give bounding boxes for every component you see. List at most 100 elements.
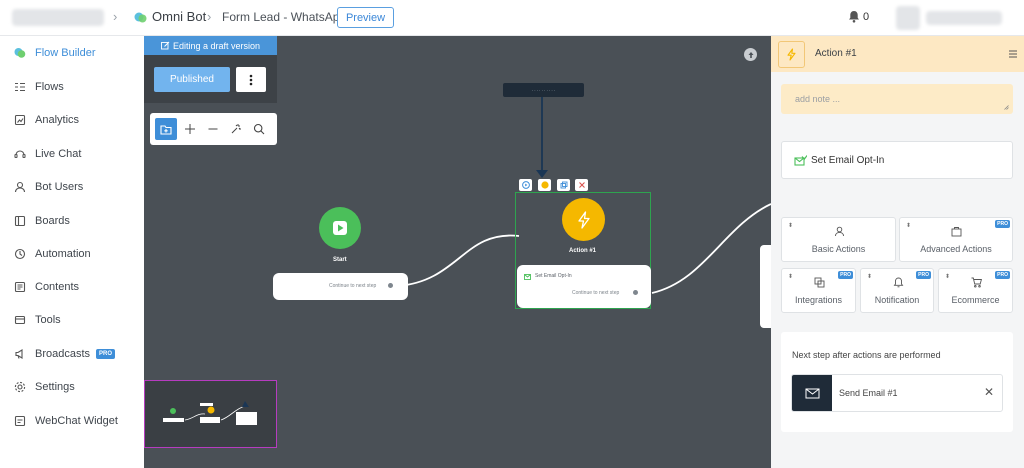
- lightning-icon: [577, 210, 590, 229]
- bell-icon[interactable]: [848, 10, 860, 28]
- bot-avatar-icon: [134, 11, 147, 29]
- play-node-button[interactable]: [519, 179, 532, 191]
- canvas-settings-icon[interactable]: [744, 48, 757, 61]
- flow-canvas[interactable]: Editing a draft version Published · · · …: [144, 36, 771, 468]
- integrations-icon: [814, 277, 825, 288]
- action-continue-label: Continue to next step: [572, 290, 620, 296]
- bolt-icon: [540, 181, 549, 189]
- note-placeholder: add note ...: [795, 94, 841, 104]
- sidebar-item-label: Broadcasts: [35, 348, 91, 360]
- flows-icon: [15, 82, 25, 92]
- sidebar-item-label: Analytics: [35, 114, 80, 126]
- blurred-workspace-name[interactable]: [12, 9, 104, 26]
- sidebar-item-bot-users[interactable]: Bot Users: [14, 179, 83, 195]
- sidebar-item-label: Settings: [35, 381, 75, 393]
- live-chat-icon: [14, 150, 26, 159]
- copy-node-button[interactable]: [557, 179, 570, 191]
- sidebar-item-label: Boards: [35, 215, 70, 227]
- play-icon: [521, 181, 530, 189]
- sidebar-item-tools[interactable]: Tools: [14, 312, 61, 328]
- sort-icon: ⬍: [788, 274, 794, 280]
- next-step-item[interactable]: Send Email #1 ✕: [791, 374, 1003, 412]
- sidebar-item-webchat-widget[interactable]: WebChat Widget: [14, 413, 118, 429]
- basic-actions-tile[interactable]: ⬍ Basic Actions: [781, 217, 896, 262]
- sort-icon: ⬍: [906, 223, 912, 229]
- next-step-title: Next step after actions are performed: [792, 350, 941, 360]
- close-icon: [578, 182, 585, 188]
- tile-label: Integrations: [794, 295, 843, 305]
- bot-users-icon: [14, 181, 26, 193]
- action-node-card[interactable]: Set Email Opt-In Continue to next step: [517, 265, 651, 308]
- chevron-right-icon: ›: [207, 9, 212, 24]
- sidebar-item-automation[interactable]: Automation: [14, 246, 91, 262]
- tile-label: Advanced Actions: [920, 244, 992, 254]
- remove-next-step-icon[interactable]: ✕: [984, 385, 994, 399]
- panel-title[interactable]: Action #1: [815, 48, 857, 59]
- note-input[interactable]: add note ...: [781, 84, 1013, 114]
- sort-icon: ⬍: [788, 223, 794, 229]
- sidebar-item-contents[interactable]: Contents: [14, 279, 79, 295]
- action-type-icon: [778, 41, 805, 68]
- next-step-label: Send Email #1: [839, 388, 898, 398]
- sidebar-item-live-chat[interactable]: Live Chat: [14, 146, 81, 162]
- blurred-user-avatar[interactable]: [896, 6, 920, 30]
- action-output-port[interactable]: [633, 290, 638, 295]
- tile-label: Basic Actions: [811, 244, 866, 254]
- sidebar-item-label: Automation: [35, 248, 91, 260]
- action-node-icon[interactable]: [562, 198, 605, 241]
- briefcase-icon: [951, 227, 962, 237]
- user-icon: [835, 226, 844, 237]
- ecommerce-tile[interactable]: PRO ⬍ Ecommerce: [938, 268, 1013, 313]
- notification-tile[interactable]: PRO ⬍ Notification: [860, 268, 934, 313]
- broadcasts-icon: [15, 349, 23, 359]
- sort-icon: ⬍: [945, 274, 951, 280]
- tools-icon: [14, 315, 26, 325]
- resize-handle-icon[interactable]: [1003, 104, 1009, 110]
- integrations-tile[interactable]: PRO ⬍ Integrations: [781, 268, 856, 313]
- sidebar-item-label: Flow Builder: [35, 47, 96, 59]
- copy-icon: [560, 181, 567, 189]
- sidebar-item-label: Flows: [35, 81, 64, 93]
- sidebar: Flow Builder Flows Analytics Live Chat B…: [0, 36, 144, 468]
- panel-header: Action #1: [771, 36, 1024, 72]
- sidebar-item-broadcasts[interactable]: Broadcasts PRO: [14, 346, 116, 362]
- pro-badge: PRO: [995, 220, 1010, 228]
- next-step-section: Next step after actions are performed Se…: [781, 332, 1013, 432]
- pro-badge: PRO: [96, 349, 116, 359]
- automation-icon: [14, 248, 26, 260]
- flow-builder-icon: [14, 48, 26, 58]
- node-tooltip: · · · · · · · · · ·: [503, 83, 584, 97]
- sort-icon: ⬍: [867, 274, 873, 280]
- blurred-user-name[interactable]: [926, 11, 1002, 25]
- start-node-card[interactable]: Continue to next step: [273, 273, 408, 300]
- next-node-card[interactable]: [760, 245, 771, 328]
- email-optin-action[interactable]: Set Email Opt-In: [781, 141, 1013, 179]
- cart-icon: [971, 277, 982, 288]
- sidebar-item-label: Tools: [35, 314, 61, 326]
- bolt-node-button[interactable]: [538, 179, 551, 191]
- sidebar-item-flows[interactable]: Flows: [14, 79, 64, 95]
- top-bar: › Omni Bot › Form Lead - WhatsApp Previe…: [0, 0, 1024, 36]
- start-output-port[interactable]: [388, 283, 393, 288]
- tile-label: Ecommerce: [951, 295, 1000, 305]
- chevron-right-icon: ›: [113, 9, 118, 24]
- bot-name[interactable]: Omni Bot: [152, 9, 206, 24]
- preview-button[interactable]: Preview: [337, 7, 394, 28]
- minimap[interactable]: [144, 380, 277, 448]
- tile-label: Notification: [874, 295, 920, 305]
- delete-node-button[interactable]: [575, 179, 588, 191]
- start-node-title: Start: [333, 257, 347, 263]
- sidebar-item-label: Bot Users: [35, 181, 84, 193]
- sidebar-item-analytics[interactable]: Analytics: [14, 112, 79, 128]
- play-icon: [333, 221, 347, 235]
- notification-count: 0: [863, 11, 870, 23]
- sidebar-item-flow-builder[interactable]: Flow Builder: [14, 45, 96, 61]
- boards-icon: [14, 215, 26, 227]
- hamburger-menu-icon[interactable]: [1008, 50, 1018, 58]
- action-step-label: Set Email Opt-In: [535, 273, 572, 279]
- advanced-actions-tile[interactable]: PRO ⬍ Advanced Actions: [899, 217, 1013, 262]
- sidebar-item-settings[interactable]: Settings: [14, 379, 75, 395]
- sidebar-item-boards[interactable]: Boards: [14, 213, 70, 229]
- flow-name[interactable]: Form Lead - WhatsApp: [222, 10, 346, 24]
- start-node-icon[interactable]: [319, 207, 361, 249]
